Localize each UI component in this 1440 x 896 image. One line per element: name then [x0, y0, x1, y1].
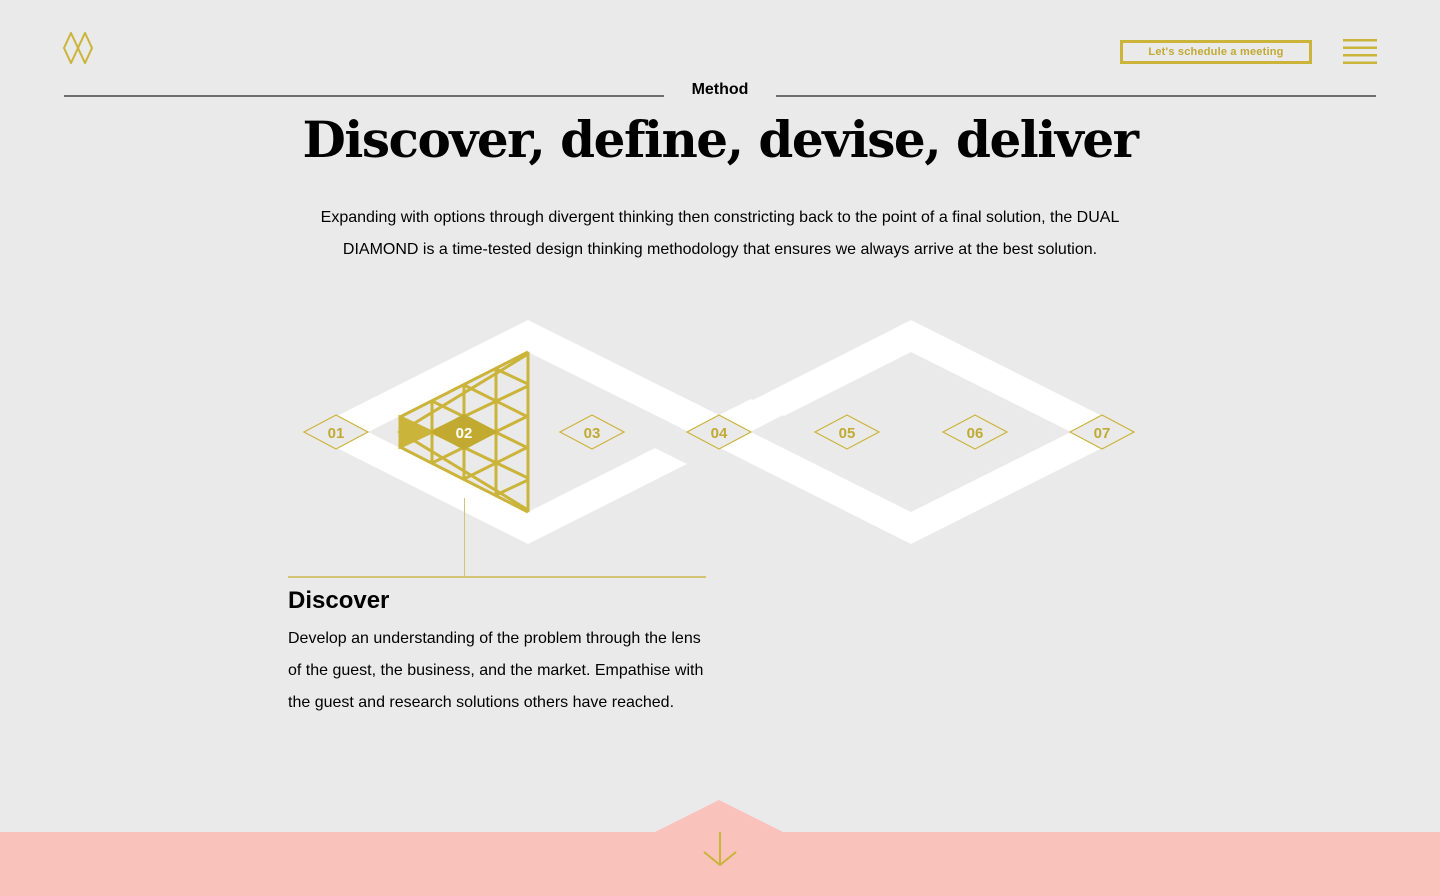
step-detail-body: Develop an understanding of the problem … — [288, 630, 704, 711]
step-03-label[interactable]: 03 — [584, 425, 601, 442]
step-02-label[interactable]: 02 — [456, 425, 473, 442]
step-detail-panel: Discover Develop an understanding of the… — [288, 576, 706, 719]
section-divider-left — [64, 95, 664, 97]
arrow-down-icon[interactable] — [703, 832, 737, 868]
step-01-label[interactable]: 01 — [328, 425, 345, 442]
diamond-outline-right — [688, 320, 1134, 544]
hamburger-menu-icon[interactable] — [1343, 39, 1377, 65]
detail-divider — [288, 576, 706, 578]
section-divider-right — [776, 95, 1376, 97]
section-label: Method — [691, 81, 749, 98]
step-detail-title: Discover — [288, 587, 390, 614]
step-06-label[interactable]: 06 — [967, 425, 984, 442]
dual-diamond-diagram: 01 02 03 04 05 06 07 — [0, 300, 1440, 560]
detail-connector-line — [464, 498, 465, 576]
dual-diamond-logo-icon[interactable] — [62, 30, 95, 66]
step-04-label[interactable]: 04 — [711, 425, 728, 442]
schedule-meeting-button[interactable]: Let's schedule a meeting — [1120, 40, 1312, 64]
page-title: Discover, define, devise, deliver — [302, 110, 1140, 169]
step-05-label[interactable]: 05 — [839, 425, 856, 442]
intro-paragraph: Expanding with options through divergent… — [320, 209, 1120, 258]
step-07-label[interactable]: 07 — [1094, 425, 1111, 442]
